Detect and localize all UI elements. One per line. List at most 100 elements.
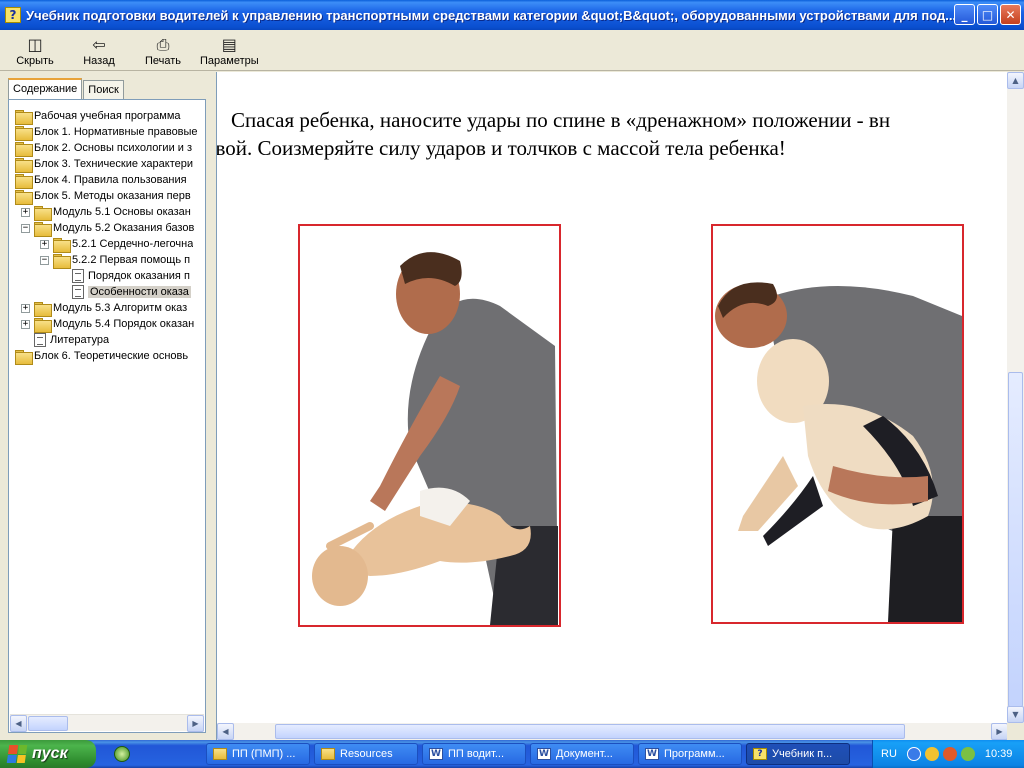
contents-tree: Рабочая учебная программа Блок 1. Нормати… xyxy=(15,108,197,713)
tree-item[interactable]: + Модуль 5.1 Основы оказан xyxy=(15,204,197,221)
taskbar-button-label: ПП водит... xyxy=(448,748,505,760)
tree-item[interactable]: +5.2.1 Сердечно-легочна xyxy=(15,236,197,253)
system-tray: RU 10:39 xyxy=(872,740,1024,768)
tree-item[interactable]: Рабочая учебная программа xyxy=(15,108,197,125)
hide-button[interactable]: ◫ Скрыть xyxy=(8,32,62,70)
document-icon xyxy=(72,269,84,283)
help-app-icon: ? xyxy=(5,7,21,23)
maximize-button[interactable]: □ xyxy=(977,4,998,25)
tree-item[interactable]: Блок 1. Нормативные правовые xyxy=(15,124,197,141)
expand-icon[interactable]: + xyxy=(40,239,49,249)
options-button[interactable]: ▤ Параметры xyxy=(200,32,259,70)
folder-icon xyxy=(15,157,33,173)
hide-label: Скрыть xyxy=(16,55,54,67)
printer-icon: ⎙ xyxy=(156,35,170,54)
language-indicator[interactable]: RU xyxy=(881,748,897,760)
infant-back-blows-illustration xyxy=(312,252,558,625)
tree-item[interactable]: − Модуль 5.2 Оказания базов xyxy=(15,220,197,237)
back-label: Назад xyxy=(83,55,115,67)
scroll-left-icon: ◀ xyxy=(15,719,22,728)
taskbar-button[interactable]: ? Учебник п... xyxy=(746,743,850,765)
horizontal-scroll-thumb[interactable] xyxy=(275,724,905,739)
content-horizontal-scrollbar[interactable]: ◀ ▶ xyxy=(217,723,1008,740)
taskbar-button[interactable]: W Программ... xyxy=(638,743,742,765)
content-vertical-scrollbar[interactable]: ▲ ▼ xyxy=(1007,72,1024,723)
collapse-icon[interactable]: − xyxy=(21,223,30,233)
content-scroll-left-button[interactable]: ◀ xyxy=(217,723,234,740)
tree-item[interactable]: − 5.2.2 Первая помощь п xyxy=(15,252,197,269)
scroll-down-button[interactable]: ▼ xyxy=(1007,706,1024,723)
tray-arrow-icon[interactable] xyxy=(906,747,921,761)
tree-item[interactable]: Блок 5. Методы оказания перв xyxy=(15,188,197,205)
tab-search[interactable]: Поиск xyxy=(83,80,124,100)
collapse-icon[interactable]: − xyxy=(40,255,49,265)
folder-icon xyxy=(53,237,71,253)
vertical-scroll-thumb[interactable] xyxy=(1008,372,1023,707)
topic-text-line-1: Спасая ребенка, наносите удары по спине … xyxy=(231,108,891,132)
topic-text: Спасая ребенка, наносите удары по спине … xyxy=(216,106,1015,162)
tree-item-label: Блок 1. Нормативные правовые xyxy=(34,126,197,138)
tree-item-label: Блок 2. Основы психологии и з xyxy=(34,142,193,154)
photo-infant-back-blows xyxy=(298,224,561,627)
tab-contents[interactable]: Содержание xyxy=(8,78,83,100)
start-button[interactable]: пуск xyxy=(0,740,96,768)
taskbar-button-label: Resources xyxy=(340,748,393,760)
taskbar-button[interactable]: Resources xyxy=(314,743,418,765)
security-shield-icon[interactable] xyxy=(924,747,939,761)
folder-icon xyxy=(15,189,33,205)
word-icon: W xyxy=(537,748,551,760)
document-icon xyxy=(34,333,46,347)
tree-item[interactable]: Особенности оказа xyxy=(15,284,197,300)
child-abdominal-thrusts-illustration xyxy=(715,282,962,622)
folder-icon xyxy=(15,141,33,157)
taskbar-button-label: Учебник п... xyxy=(772,748,833,760)
print-button[interactable]: ⎙ Печать xyxy=(136,32,190,70)
scroll-thumb[interactable] xyxy=(28,716,68,731)
options-label: Параметры xyxy=(200,55,259,67)
tree-item-label: Блок 5. Методы оказания перв xyxy=(34,190,191,202)
help-icon: ? xyxy=(753,748,767,760)
scrollbar-corner xyxy=(1007,723,1024,740)
expand-icon[interactable]: + xyxy=(21,319,30,329)
tree-item[interactable]: Порядок оказания п xyxy=(15,268,197,284)
tree-horizontal-scrollbar[interactable]: ◀ ▶ xyxy=(10,714,204,732)
scroll-right-button[interactable]: ▶ xyxy=(187,715,204,732)
folder-icon xyxy=(15,125,33,141)
content-scroll-right-button[interactable]: ▶ xyxy=(991,723,1008,740)
tree-item[interactable]: Блок 2. Основы психологии и з xyxy=(15,140,197,157)
scroll-up-button[interactable]: ▲ xyxy=(1007,72,1024,89)
taskbar-button[interactable]: ПП (ПМП) ... xyxy=(206,743,310,765)
content-scroll-left-icon: ◀ xyxy=(222,727,229,736)
tree-item-label: Блок 4. Правила пользования xyxy=(34,174,187,186)
tree-item-label: Рабочая учебная программа xyxy=(34,110,181,122)
topic-text-line-2: овой. Соизмеряйте силу ударов и толчков … xyxy=(216,136,786,160)
taskbar-button[interactable]: W ПП водит... xyxy=(422,743,526,765)
tree-item[interactable]: + Модуль 5.3 Алгоритм оказ xyxy=(15,300,197,317)
folder-icon xyxy=(34,317,52,333)
nav-tabs: Содержание Поиск xyxy=(8,78,125,100)
tree-item[interactable]: + Модуль 5.4 Порядок оказан xyxy=(15,316,197,333)
word-icon: W xyxy=(429,748,443,760)
minimize-button[interactable]: _ xyxy=(954,4,975,25)
tray-app-icon[interactable] xyxy=(942,747,957,761)
scroll-left-button[interactable]: ◀ xyxy=(10,715,27,732)
folder-icon xyxy=(15,109,33,125)
title-bar: ? Учебник подготовки водителей к управле… xyxy=(0,0,1024,30)
tree-item[interactable]: Литература xyxy=(15,332,197,348)
folder-icon xyxy=(213,748,227,760)
word-icon: W xyxy=(645,748,659,760)
network-icon[interactable] xyxy=(960,747,975,761)
quick-launch-icon[interactable] xyxy=(114,746,130,762)
expand-icon[interactable]: + xyxy=(21,303,30,313)
back-button[interactable]: ⇦ Назад xyxy=(72,32,126,70)
navigation-pane: Содержание Поиск Рабочая учебная програм… xyxy=(0,72,212,740)
close-button[interactable]: ✕ xyxy=(1000,4,1021,25)
tree-item[interactable]: Блок 4. Правила пользования xyxy=(15,172,197,189)
taskbar-button-label: Документ... xyxy=(556,748,613,760)
folder-icon xyxy=(321,748,335,760)
tree-item[interactable]: Блок 3. Технические характери xyxy=(15,156,197,173)
tree-item[interactable]: Блок 6. Теоретические основь xyxy=(15,348,197,365)
expand-icon[interactable]: + xyxy=(21,207,30,217)
tree-item-label: 5.2.2 Первая помощь п xyxy=(72,254,191,266)
taskbar-button[interactable]: W Документ... xyxy=(530,743,634,765)
